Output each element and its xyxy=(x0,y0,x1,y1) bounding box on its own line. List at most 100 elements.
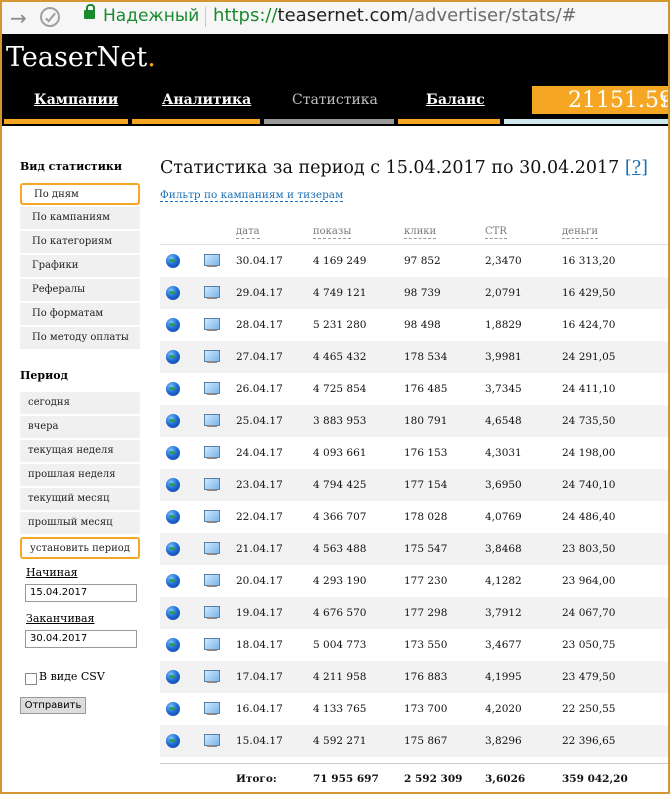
forward-arrow-icon[interactable]: → xyxy=(10,6,27,30)
cell-date: 21.04.17 xyxy=(236,543,283,555)
monitor-icon[interactable] xyxy=(204,606,220,619)
view-by-payment[interactable]: По методу оплаты xyxy=(20,327,140,349)
globe-icon[interactable] xyxy=(166,670,180,684)
globe-icon[interactable] xyxy=(166,254,180,268)
monitor-icon[interactable] xyxy=(204,350,220,363)
cell-ctr: 2,3470 xyxy=(485,255,522,267)
cell-clicks: 98 739 xyxy=(404,287,441,299)
help-link[interactable]: [?] xyxy=(625,158,648,178)
monitor-icon[interactable] xyxy=(204,318,220,331)
globe-icon[interactable] xyxy=(166,382,180,396)
table-row: 23.04.17 4 794 425 177 154 3,6950 24 740,10 xyxy=(160,469,670,501)
col-money[interactable]: деньги xyxy=(562,226,599,239)
balance-display[interactable]: 21151.59 P xyxy=(532,86,670,114)
globe-icon[interactable] xyxy=(166,350,180,364)
monitor-icon[interactable] xyxy=(204,542,220,555)
nav-statistics[interactable]: Статистика xyxy=(292,92,378,122)
view-by-days[interactable]: По дням xyxy=(20,183,140,205)
site-header: TeaserNet. Кампании Аналитика Статистика… xyxy=(0,34,670,126)
start-date-input[interactable]: 15.04.2017 xyxy=(25,584,137,602)
globe-icon[interactable] xyxy=(166,574,180,588)
monitor-icon[interactable] xyxy=(204,510,220,523)
monitor-icon[interactable] xyxy=(204,414,220,427)
monitor-icon[interactable] xyxy=(204,734,220,747)
cell-date: 19.04.17 xyxy=(236,607,283,619)
period-custom[interactable]: установить период xyxy=(20,537,140,559)
table-row: 24.04.17 4 093 661 176 153 4,3031 24 198,00 xyxy=(160,437,670,469)
address-separator xyxy=(205,7,206,27)
period-today[interactable]: сегодня xyxy=(20,392,140,414)
url-text[interactable]: https://teasernet.com/advertiser/stats/# xyxy=(213,5,577,26)
monitor-icon[interactable] xyxy=(204,574,220,587)
table-header: дата показы клики CTR деньги xyxy=(160,216,670,245)
nav-analytics[interactable]: Аналитика xyxy=(162,92,251,122)
nav-underline-balance xyxy=(398,119,500,124)
period-this-month[interactable]: текущий месяц xyxy=(20,488,140,510)
cell-ctr: 3,8296 xyxy=(485,735,522,747)
cell-views: 4 794 425 xyxy=(313,479,367,491)
cell-money: 22 250,55 xyxy=(562,703,616,715)
view-referrals[interactable]: Рефералы xyxy=(20,279,140,301)
total-ctr: 3,6026 xyxy=(485,773,526,785)
globe-icon[interactable] xyxy=(166,638,180,652)
site-logo[interactable]: TeaserNet. xyxy=(6,42,156,73)
globe-icon[interactable] xyxy=(166,510,180,524)
table-row: 30.04.17 4 169 249 97 852 2,3470 16 313,20 xyxy=(160,245,670,277)
cell-date: 25.04.17 xyxy=(236,415,283,427)
table-row: 20.04.17 4 293 190 177 230 4,1282 23 964,00 xyxy=(160,565,670,597)
monitor-icon[interactable] xyxy=(204,286,220,299)
view-charts[interactable]: Графики xyxy=(20,255,140,277)
monitor-icon[interactable] xyxy=(204,382,220,395)
balance-amount: 21151.59 xyxy=(568,88,670,113)
period-last-month[interactable]: прошлый месяц xyxy=(20,512,140,534)
view-by-campaigns[interactable]: По кампаниям xyxy=(20,207,140,229)
globe-icon[interactable] xyxy=(166,478,180,492)
monitor-icon[interactable] xyxy=(204,670,220,683)
period-yesterday[interactable]: вчера xyxy=(20,416,140,438)
cell-clicks: 177 154 xyxy=(404,479,448,491)
monitor-icon[interactable] xyxy=(204,702,220,715)
globe-icon[interactable] xyxy=(166,734,180,748)
view-by-categories[interactable]: По категориям xyxy=(20,231,140,253)
period-last-week[interactable]: прошлая неделя xyxy=(20,464,140,486)
globe-icon[interactable] xyxy=(166,606,180,620)
monitor-icon[interactable] xyxy=(204,446,220,459)
cell-money: 24 291,05 xyxy=(562,351,616,363)
col-ctr[interactable]: CTR xyxy=(485,226,507,239)
cell-clicks: 175 547 xyxy=(404,543,448,555)
cell-clicks: 98 498 xyxy=(404,319,441,331)
globe-icon[interactable] xyxy=(166,702,180,716)
cell-ctr: 3,9981 xyxy=(485,351,522,363)
table-row: 16.04.17 4 133 765 173 700 4,2020 22 250,55 xyxy=(160,693,670,725)
cell-date: 28.04.17 xyxy=(236,319,283,331)
globe-icon[interactable] xyxy=(166,446,180,460)
submit-button[interactable]: Отправить xyxy=(20,697,86,714)
globe-icon[interactable] xyxy=(166,286,180,300)
cell-views: 5 231 280 xyxy=(313,319,367,331)
end-date-input[interactable]: 30.04.2017 xyxy=(25,630,137,648)
globe-icon[interactable] xyxy=(166,414,180,428)
filter-link[interactable]: Фильтр по кампаниям и тизерам xyxy=(160,189,344,202)
col-date[interactable]: дата xyxy=(236,226,260,239)
reload-icon[interactable] xyxy=(40,7,60,27)
nav-balance[interactable]: Баланс xyxy=(426,92,485,122)
monitor-icon[interactable] xyxy=(204,478,220,491)
table-row: 15.04.17 4 592 271 175 867 3,8296 22 396,65 xyxy=(160,725,670,757)
nav-underline-campaigns xyxy=(4,119,128,124)
col-views[interactable]: показы xyxy=(313,226,352,239)
cell-clicks: 176 883 xyxy=(404,671,448,683)
nav-campaigns[interactable]: Кампании xyxy=(34,92,118,122)
globe-icon[interactable] xyxy=(166,318,180,332)
cell-ctr: 4,0769 xyxy=(485,511,522,523)
csv-checkbox[interactable] xyxy=(25,673,37,685)
cell-clicks: 173 550 xyxy=(404,639,448,651)
globe-icon[interactable] xyxy=(166,542,180,556)
table-row: 22.04.17 4 366 707 178 028 4,0769 24 486,40 xyxy=(160,501,670,533)
monitor-icon[interactable] xyxy=(204,254,220,267)
table-row: 19.04.17 4 676 570 177 298 3,7912 24 067,70 xyxy=(160,597,670,629)
col-clicks[interactable]: клики xyxy=(404,226,437,239)
period-this-week[interactable]: текущая неделя xyxy=(20,440,140,462)
monitor-icon[interactable] xyxy=(204,638,220,651)
view-by-formats[interactable]: По форматам xyxy=(20,303,140,325)
cell-date: 22.04.17 xyxy=(236,511,283,523)
